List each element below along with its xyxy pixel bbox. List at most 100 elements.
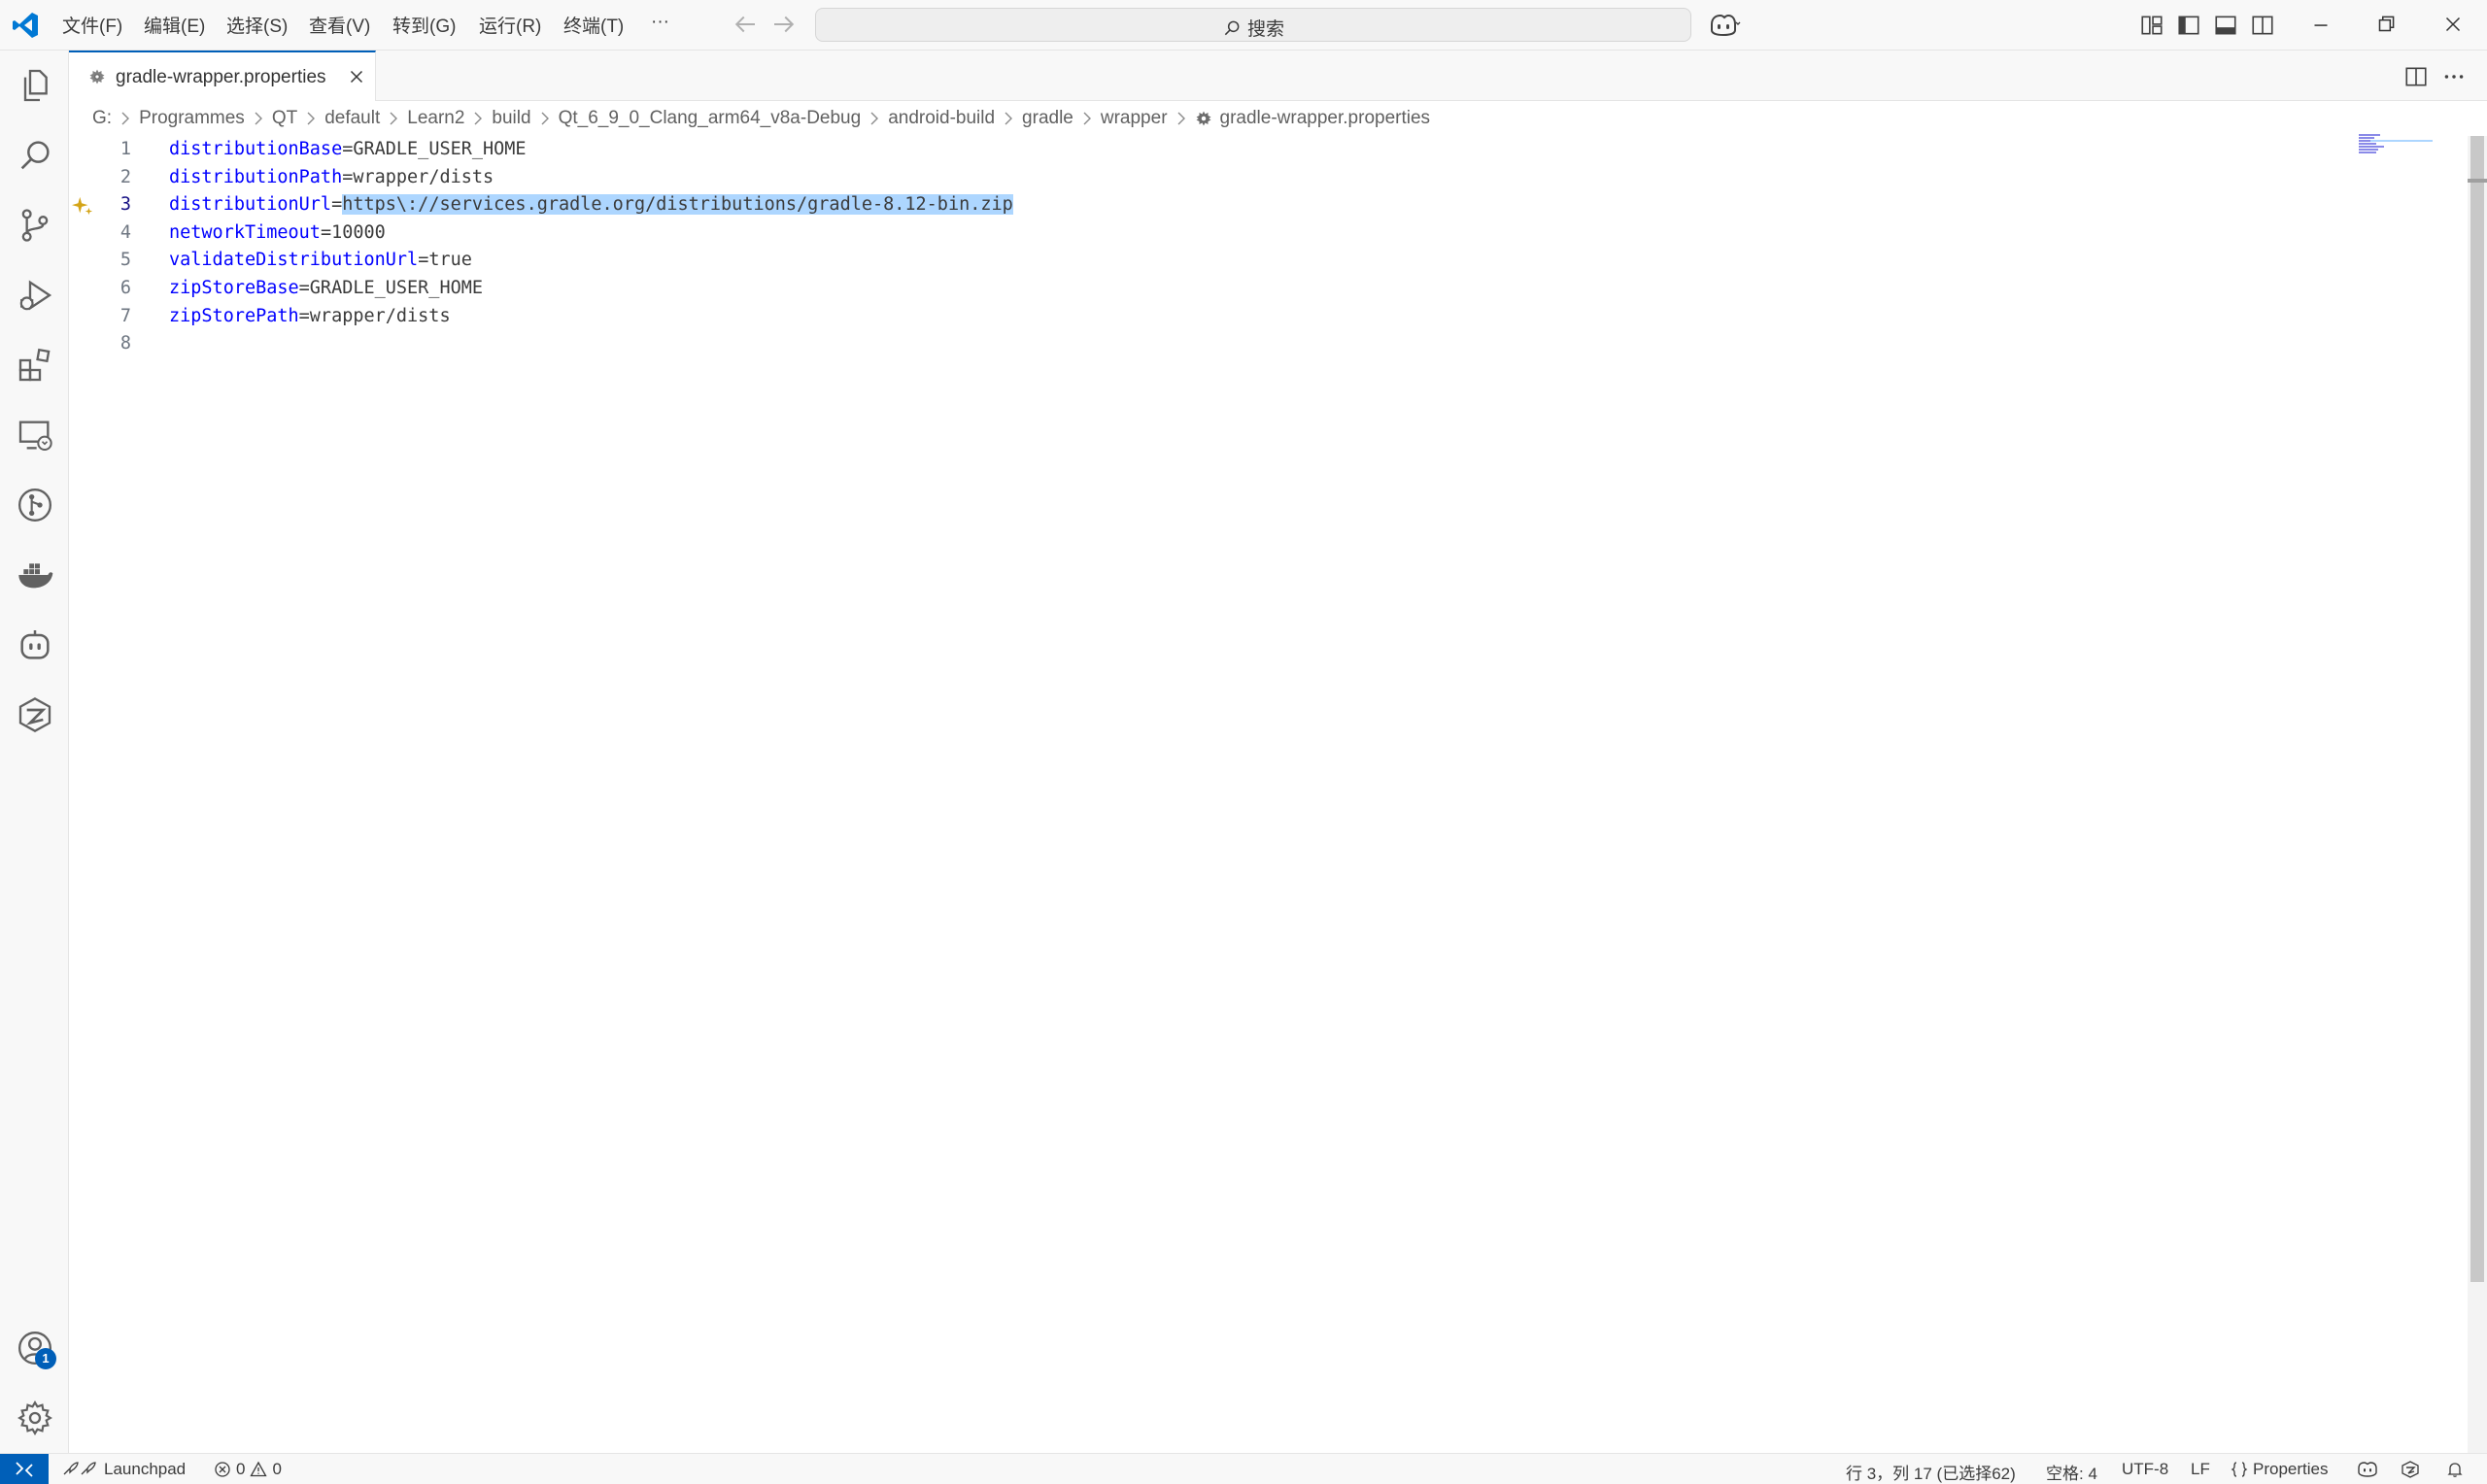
source-control-icon[interactable] xyxy=(16,206,54,245)
code-editor[interactable]: 1 distributionBase=GRADLE_USER_HOME 2 di… xyxy=(69,136,2459,1453)
close-window-icon[interactable] xyxy=(2440,12,2466,37)
search-icon xyxy=(1224,20,1240,35)
property-key: networkTimeout xyxy=(169,221,321,243)
menu-edit[interactable]: 编辑(E) xyxy=(144,12,205,38)
breadcrumb-item[interactable]: build xyxy=(492,108,530,129)
chevron-right-icon xyxy=(870,112,879,125)
property-key: distributionUrl xyxy=(169,194,332,216)
breadcrumb-item[interactable]: Learn2 xyxy=(407,108,464,129)
code-line: 2 distributionPath=wrapper/dists xyxy=(69,164,2401,192)
menu-selection[interactable]: 选择(S) xyxy=(226,12,288,38)
code-line: 5 validateDistributionUrl=true xyxy=(69,247,2401,275)
split-editor-icon[interactable] xyxy=(2403,64,2429,89)
chevron-right-icon xyxy=(1083,112,1091,125)
close-icon[interactable] xyxy=(346,66,367,87)
restore-icon[interactable] xyxy=(2373,12,2399,37)
breadcrumb-item[interactable]: QT xyxy=(272,108,297,129)
toggle-secondary-sidebar-icon[interactable] xyxy=(2250,13,2275,38)
launchpad-label: Launchpad xyxy=(104,1460,187,1478)
end-of-line[interactable]: LF xyxy=(2191,1460,2210,1479)
minimize-icon[interactable] xyxy=(2308,12,2334,37)
warning-count: 0 xyxy=(272,1460,282,1478)
vscode-logo xyxy=(13,13,38,38)
files-icon[interactable] xyxy=(16,66,54,105)
selected-text: https\://services.gradle.org/distributio… xyxy=(342,194,1013,216)
qt-icon[interactable] xyxy=(16,695,54,734)
rocket-icon xyxy=(63,1462,96,1475)
arrow-left-icon[interactable] xyxy=(731,10,760,39)
extensions-icon[interactable] xyxy=(16,346,54,385)
line-number: 8 xyxy=(119,333,131,354)
error-count: 0 xyxy=(236,1460,246,1478)
language-label: Properties xyxy=(2253,1460,2329,1478)
remote-explorer-icon[interactable] xyxy=(16,416,54,455)
breadcrumb-item[interactable]: gradle xyxy=(1022,108,1073,129)
toggle-primary-sidebar-icon[interactable] xyxy=(2176,13,2201,38)
menu-more[interactable]: ··· xyxy=(651,12,669,33)
menu-view[interactable]: 查看(V) xyxy=(309,12,370,38)
scrollbar-thumb[interactable] xyxy=(2470,136,2484,1282)
bell-icon[interactable] xyxy=(2446,1461,2464,1478)
minimap[interactable] xyxy=(2355,134,2433,153)
copilot-status-icon[interactable] xyxy=(2357,1461,2378,1478)
settings-gear-icon[interactable] xyxy=(16,1399,54,1437)
breadcrumb-item[interactable]: default xyxy=(324,108,380,129)
menu-terminal[interactable]: 终端(T) xyxy=(563,12,624,38)
breadcrumb-item[interactable]: G: xyxy=(92,108,112,129)
launchpad-item[interactable]: Launchpad xyxy=(60,1460,186,1479)
menu-run[interactable]: 运行(R) xyxy=(479,12,541,38)
arrow-right-icon[interactable] xyxy=(769,10,799,39)
property-value: =10000 xyxy=(320,221,386,243)
cursor-position[interactable]: 行 3，列 17 (已选择62) xyxy=(1846,1460,2016,1484)
breadcrumb-item[interactable]: Programmes xyxy=(139,108,245,129)
property-key: distributionBase xyxy=(169,139,343,159)
qt-status-icon[interactable] xyxy=(2400,1461,2421,1478)
more-icon[interactable] xyxy=(2441,64,2467,89)
encoding[interactable]: UTF-8 xyxy=(2122,1460,2168,1479)
language-mode[interactable]: Properties xyxy=(2231,1460,2328,1479)
customize-layout-icon[interactable] xyxy=(2139,13,2164,38)
remote-icon xyxy=(16,1462,33,1477)
tab-gradle-wrapper-properties[interactable]: gradle-wrapper.properties xyxy=(69,51,376,101)
command-center-search[interactable]: 搜索 xyxy=(815,8,1691,42)
run-debug-icon[interactable] xyxy=(16,276,54,315)
docker-icon[interactable] xyxy=(16,556,54,594)
breadcrumb-item[interactable]: Qt_6_9_0_Clang_arm64_v8a-Debug xyxy=(559,108,862,129)
breadcrumb-item[interactable]: wrapper xyxy=(1101,108,1168,129)
copilot-icon[interactable] xyxy=(1708,13,1741,38)
indentation[interactable]: 空格: 4 xyxy=(2046,1460,2097,1484)
scrollbar-selection-marker xyxy=(2468,179,2487,183)
line-number: 7 xyxy=(119,305,131,326)
warning-icon xyxy=(250,1461,268,1477)
accounts-badge: 1 xyxy=(35,1348,56,1369)
vertical-scrollbar[interactable] xyxy=(2468,136,2487,1453)
menu-goto[interactable]: 转到(G) xyxy=(392,12,456,38)
property-key: zipStorePath xyxy=(169,305,299,326)
breadcrumb-item[interactable]: android-build xyxy=(888,108,995,129)
property-value: =GRADLE_USER_HOME xyxy=(342,139,527,159)
chevron-right-icon xyxy=(307,112,316,125)
chevron-right-icon xyxy=(541,112,549,125)
status-bar: Launchpad 0 0 行 3，列 17 (已选择62) 空格: 4 UTF… xyxy=(0,1453,2487,1484)
chevron-right-icon xyxy=(255,112,262,125)
braces-icon xyxy=(2231,1462,2248,1477)
line-number: 4 xyxy=(119,221,131,243)
search-placeholder: 搜索 xyxy=(1247,19,1285,40)
gitlens-icon[interactable] xyxy=(16,486,54,524)
code-line-active: 3 distributionUrl=https\://services.grad… xyxy=(69,191,2401,219)
remote-indicator-button[interactable] xyxy=(0,1454,49,1484)
chevron-right-icon xyxy=(1005,112,1013,125)
property-key: zipStoreBase xyxy=(169,278,299,298)
property-key: validateDistributionUrl xyxy=(169,250,419,271)
property-value: =wrapper/dists xyxy=(298,305,451,326)
copilot-chat-icon[interactable] xyxy=(16,625,54,664)
property-equals: = xyxy=(331,194,343,216)
search-icon[interactable] xyxy=(16,136,54,175)
problems-item[interactable]: 0 0 xyxy=(214,1460,282,1479)
code-line: 6 zipStoreBase=GRADLE_USER_HOME xyxy=(69,275,2401,303)
menu-file[interactable]: 文件(F) xyxy=(62,12,122,38)
chevron-right-icon xyxy=(1177,112,1185,125)
breadcrumb-item-current[interactable]: gradle-wrapper.properties xyxy=(1220,108,1431,129)
toggle-panel-icon[interactable] xyxy=(2213,13,2238,38)
activity-bar: 1 xyxy=(0,51,69,1453)
